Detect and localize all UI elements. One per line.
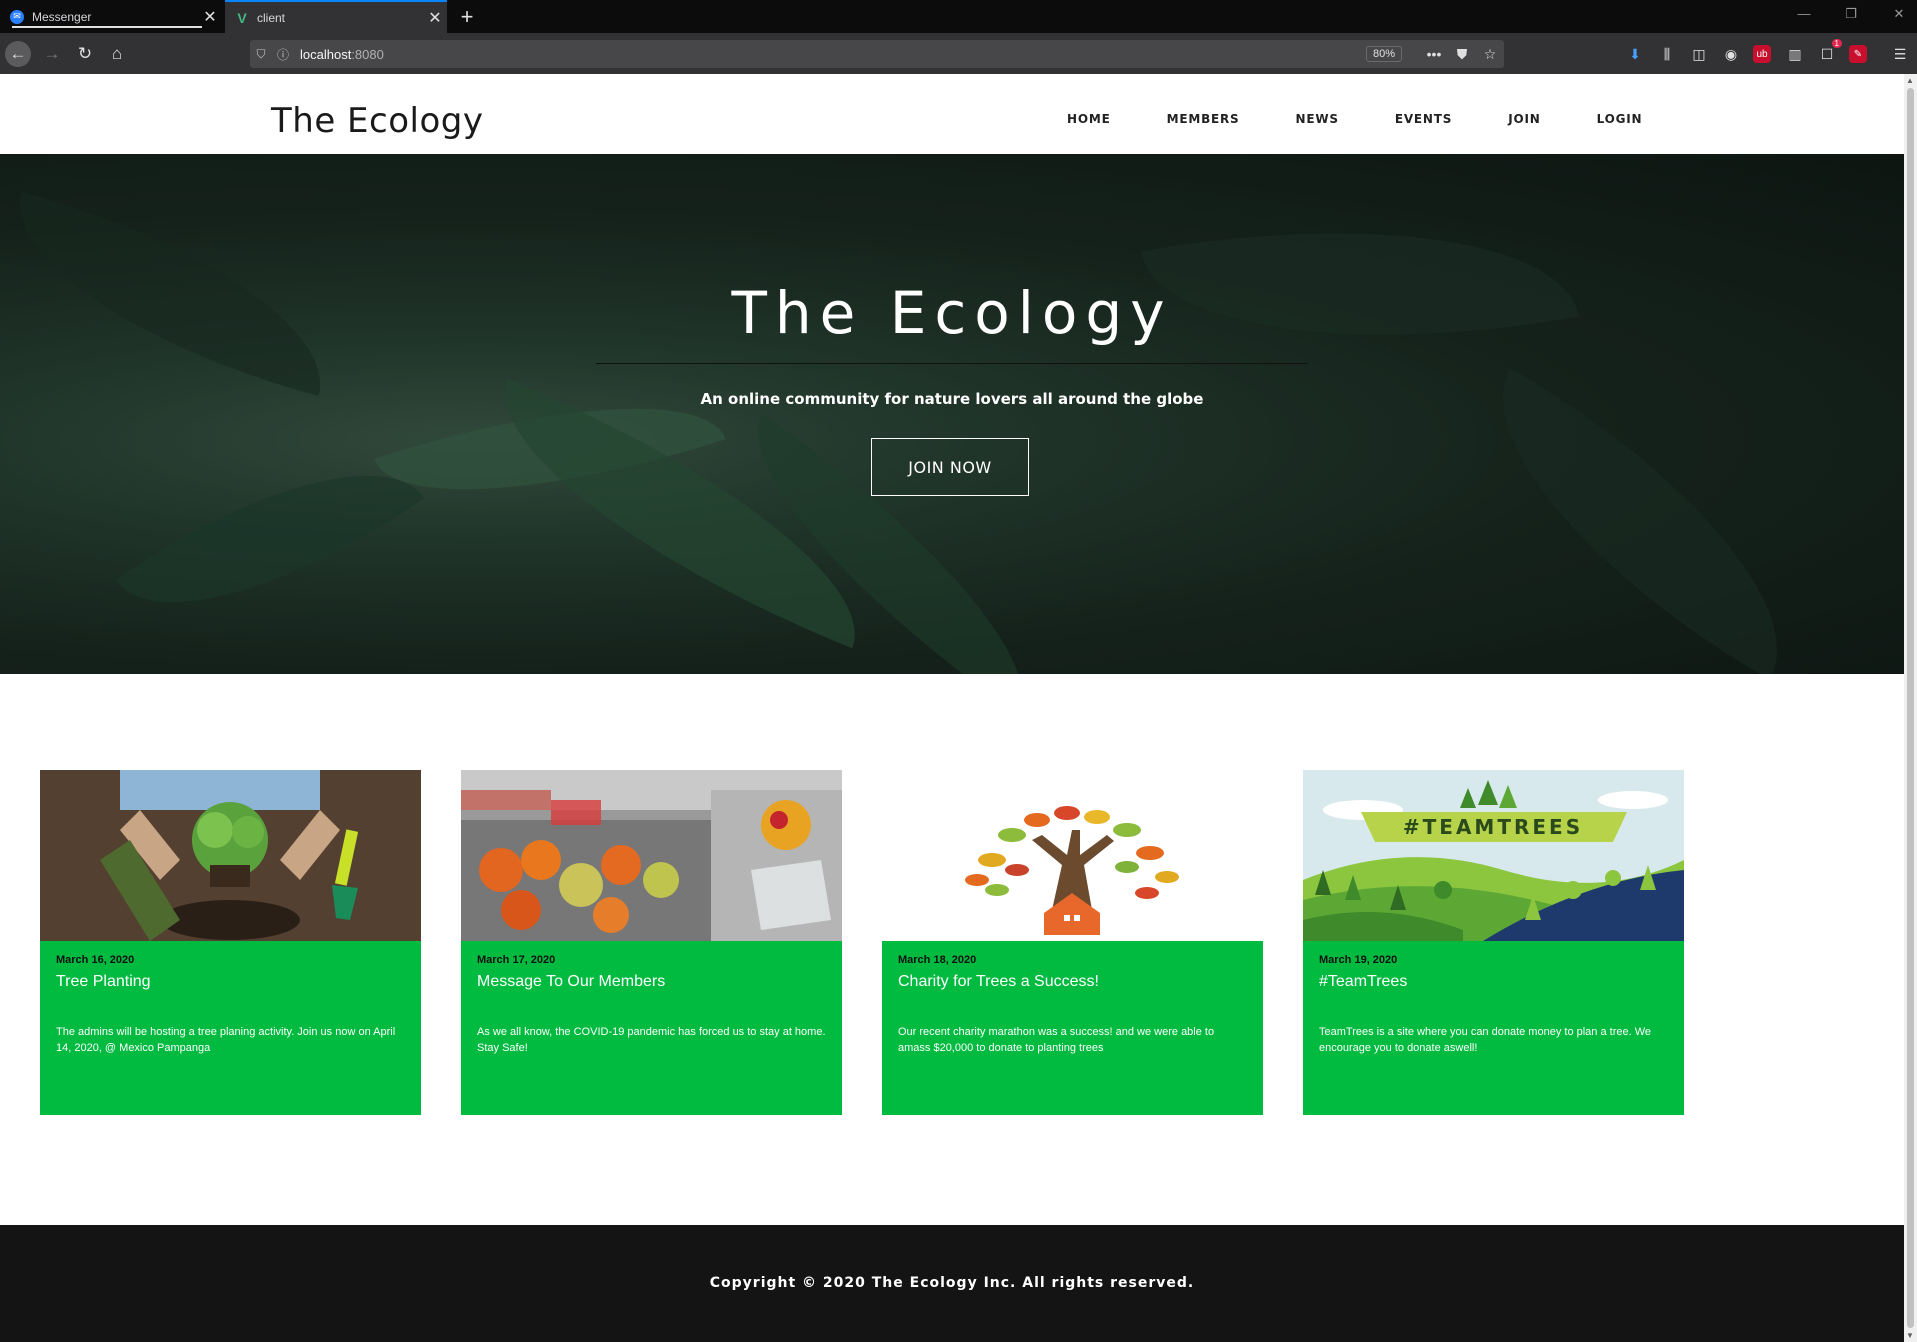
teamtrees-banner-text: #TEAMTREES (1403, 815, 1583, 839)
card-date: March 16, 2020 (56, 954, 135, 966)
card-image-teamtrees: #TEAMTREES (1303, 770, 1684, 941)
tab-indicator (12, 26, 202, 28)
site-footer: Copyright © 2020 The Ecology Inc. All ri… (0, 1225, 1904, 1342)
browser-nav-bar: ← → ↻ ⌂ ⛉ ⓘ localhost :8080 80% ••• ⛊ ☆ … (0, 33, 1917, 74)
hero-overlay (0, 154, 1904, 674)
more-actions-icon[interactable]: ••• (1420, 46, 1448, 62)
scroll-down-icon[interactable]: ▼ (1906, 1331, 1914, 1340)
nav-home[interactable]: HOME (1067, 112, 1111, 126)
news-card[interactable]: March 17, 2020 Message To Our Members As… (461, 770, 842, 1115)
vue-icon: V (237, 9, 247, 26)
tab-messenger[interactable]: ✉ Messenger ✕ (0, 0, 222, 33)
card-image-tree-logo (882, 770, 1263, 941)
site-header: The Ecology HOME MEMBERS NEWS EVENTS JOI… (0, 74, 1904, 155)
tab-title: Messenger (32, 9, 92, 24)
minimize-icon[interactable]: — (1794, 6, 1814, 21)
card-date: March 18, 2020 (898, 954, 977, 966)
scroll-up-icon[interactable]: ▲ (1906, 76, 1914, 85)
tab-client[interactable]: V client ✕ (225, 0, 447, 33)
copyright-text: Copyright © 2020 The Ecology Inc. All ri… (709, 1275, 1195, 1291)
card-image-tree-planting (40, 770, 421, 941)
page-scrollbar[interactable]: ▲ ▼ (1904, 74, 1917, 1342)
url-port: :8080 (351, 46, 384, 62)
nav-members[interactable]: MEMBERS (1167, 112, 1240, 126)
pen-extension-icon[interactable]: ✎ (1849, 45, 1867, 63)
page-viewport: The Ecology HOME MEMBERS NEWS EVENTS JOI… (0, 74, 1904, 1342)
card-body: As we all know, the COVID-19 pandemic ha… (477, 1026, 826, 1054)
news-cards: March 16, 2020 Tree Planting The admins … (40, 770, 1690, 1115)
close-icon[interactable]: ✕ (423, 8, 447, 28)
bookmark-star-icon[interactable]: ☆ (1476, 46, 1504, 63)
browser-tab-strip: ✉ Messenger ✕ V client ✕ + — ❐ ✕ (0, 0, 1917, 33)
pocket-icon[interactable]: ⛊ (1448, 46, 1476, 63)
nav-events[interactable]: EVENTS (1395, 112, 1452, 126)
card-body: The admins will be hosting a tree planin… (56, 1026, 396, 1054)
library-icon[interactable]: ⫼ (1656, 44, 1678, 64)
news-card[interactable]: March 16, 2020 Tree Planting The admins … (40, 770, 421, 1115)
info-icon[interactable]: ⓘ (272, 46, 294, 63)
card-title[interactable]: Charity for Trees a Success! (898, 973, 1099, 991)
url-bar[interactable]: ⛉ ⓘ localhost :8080 80% ••• ⛊ ☆ (250, 40, 1504, 68)
url-host: localhost (300, 46, 352, 62)
menu-icon[interactable]: ☰ (1889, 44, 1911, 64)
card-date: March 17, 2020 (477, 954, 556, 966)
main-menu: HOME MEMBERS NEWS EVENTS JOIN LOGIN (1067, 112, 1698, 126)
reload-button[interactable]: ↻ (72, 41, 98, 67)
hero-divider (596, 363, 1308, 364)
card-title[interactable]: Tree Planting (56, 973, 151, 991)
restore-icon[interactable]: ❐ (1841, 6, 1861, 22)
back-button[interactable]: ← (5, 41, 31, 67)
ublock-icon[interactable]: ub (1753, 45, 1771, 63)
hero-subtitle: An online community for nature lovers al… (700, 390, 1204, 408)
download-icon[interactable]: ⬇ (1624, 44, 1646, 64)
nav-login[interactable]: LOGIN (1597, 112, 1643, 126)
card-body: Our recent charity marathon was a succes… (898, 1026, 1215, 1054)
new-tab-button[interactable]: + (455, 4, 479, 30)
card-title[interactable]: Message To Our Members (477, 973, 665, 991)
news-card[interactable]: #TEAMTREES March 19, 2020 #TeamTrees Tea… (1303, 770, 1684, 1115)
tab-title: client (257, 10, 286, 25)
sidebar-icon[interactable]: ◫ (1688, 44, 1710, 64)
scrollbar-thumb[interactable] (1907, 88, 1914, 1328)
zoom-level[interactable]: 80% (1365, 46, 1402, 62)
card-image-food-trays (461, 770, 842, 941)
account-icon[interactable]: ◉ (1720, 44, 1742, 64)
forward-button[interactable]: → (39, 41, 65, 67)
card-date: March 19, 2020 (1319, 954, 1398, 966)
card-body: TeamTrees is a site where you can donate… (1319, 1026, 1652, 1054)
container-icon[interactable]: ☐ 1 (1816, 39, 1842, 64)
nav-join[interactable]: JOIN (1508, 112, 1540, 126)
messenger-icon: ✉ (10, 9, 24, 24)
home-button[interactable]: ⌂ (104, 41, 130, 67)
hero-banner: The Ecology An online community for natu… (0, 154, 1904, 674)
nav-news[interactable]: NEWS (1296, 112, 1339, 126)
card-title[interactable]: #TeamTrees (1319, 973, 1407, 991)
hero-title: The Ecology (731, 279, 1173, 347)
close-icon[interactable]: ✕ (198, 7, 222, 27)
news-card[interactable]: March 18, 2020 Charity for Trees a Succe… (882, 770, 1263, 1115)
extension-icon[interactable]: ▥ (1784, 44, 1806, 64)
shield-icon[interactable]: ⛉ (250, 47, 272, 62)
window-close-icon[interactable]: ✕ (1889, 6, 1909, 22)
notification-badge: 1 (1831, 39, 1842, 48)
join-now-button[interactable]: JOIN NOW (871, 438, 1029, 496)
site-logo[interactable]: The Ecology (271, 101, 483, 141)
